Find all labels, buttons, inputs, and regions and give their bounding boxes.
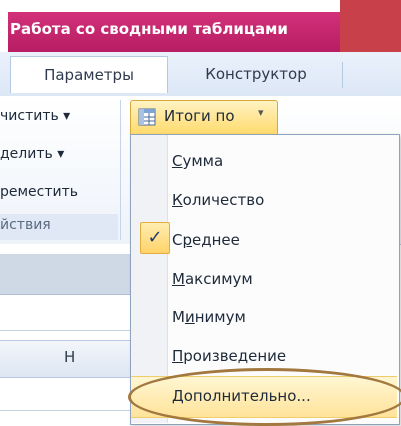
checkmark-icon: ✓: [140, 222, 170, 254]
tab-divider: [342, 62, 343, 88]
grid-line: [0, 410, 140, 411]
grid-line: [0, 330, 140, 331]
move-command[interactable]: реместить: [0, 184, 78, 200]
chevron-down-icon: ▾: [258, 106, 264, 119]
ribbon-group-label: йствия: [0, 217, 51, 233]
select-command[interactable]: делить ▾: [0, 146, 64, 162]
column-header-h[interactable]: H: [64, 348, 75, 366]
ribbon-group-divider: [120, 100, 121, 240]
contextual-tab-group-title: Работа со сводными таблицами: [10, 20, 288, 38]
menu-item-sum[interactable]: Сумма: [172, 146, 392, 176]
menu-item-max[interactable]: Максимум: [172, 264, 392, 294]
summarize-by-label: Итоги по: [164, 107, 235, 125]
annotation-ellipse: [128, 368, 401, 426]
title-bar-edge: [340, 0, 401, 52]
clear-command[interactable]: чистить ▾: [0, 108, 70, 124]
menu-item-count[interactable]: Количество: [172, 185, 392, 215]
menu-item-min[interactable]: Минимум: [172, 302, 392, 332]
tab-constructor[interactable]: Конструктор: [170, 56, 342, 92]
menu-item-product[interactable]: Произведение: [172, 341, 392, 371]
pivot-table-icon: [138, 108, 156, 126]
menu-item-average[interactable]: Среднее: [172, 225, 392, 255]
formula-bar-band: [0, 254, 140, 295]
tab-parameters[interactable]: Параметры: [10, 56, 168, 93]
